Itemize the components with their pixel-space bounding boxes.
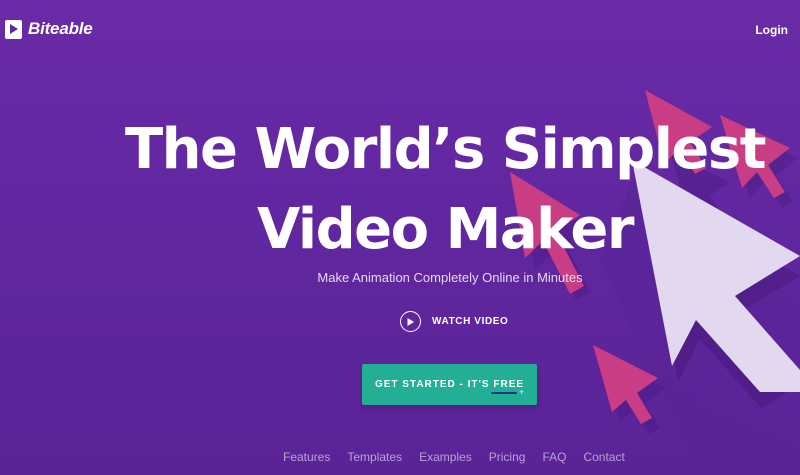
footer-link-pricing[interactable]: Pricing xyxy=(489,450,526,464)
login-link[interactable]: Login xyxy=(755,23,788,37)
brand-name: Biteable xyxy=(28,19,93,38)
footer-link-templates[interactable]: Templates xyxy=(347,450,402,464)
hero-section: The World’s Simplest Video Maker Make An… xyxy=(0,0,800,475)
brand-logo[interactable]: Biteable xyxy=(5,19,93,39)
footer-link-features[interactable]: Features xyxy=(283,450,330,464)
play-icon xyxy=(5,19,22,39)
footer-link-contact[interactable]: Contact xyxy=(583,450,624,464)
watch-video-button[interactable]: WATCH VIDEO xyxy=(400,311,508,332)
hero-headline: The World’s Simplest Video Maker xyxy=(0,110,800,270)
headline-line-2: Video Maker xyxy=(257,197,634,262)
site-header: Biteable Login xyxy=(0,0,800,60)
get-started-button[interactable]: GET STARTED - IT'S FREE xyxy=(362,364,537,405)
footer-nav: Features Templates Examples Pricing FAQ … xyxy=(283,450,642,464)
headline-line-1: The World’s Simplest xyxy=(124,117,767,182)
watch-video-label: WATCH VIDEO xyxy=(432,316,509,327)
footer-link-examples[interactable]: Examples xyxy=(419,450,472,464)
cursor-plus-icon: + xyxy=(519,387,525,397)
cta-underline-decoration xyxy=(491,392,517,394)
footer-link-faq[interactable]: FAQ xyxy=(542,450,566,464)
play-circle-icon xyxy=(400,311,421,332)
hero-subheadline: Make Animation Completely Online in Minu… xyxy=(317,270,583,285)
